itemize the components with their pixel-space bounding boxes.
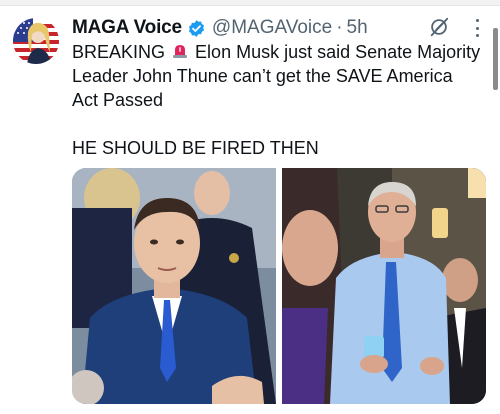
scrollbar[interactable]: [493, 28, 498, 90]
media-photo-1[interactable]: [72, 168, 276, 404]
top-divider: [0, 0, 500, 6]
police-light-icon: [171, 42, 189, 60]
post-media-grid: [72, 168, 486, 404]
post-text-line2: HE SHOULD BE FIRED THEN: [72, 138, 319, 158]
more-options-icon[interactable]: [472, 16, 482, 40]
author-avatar[interactable]: [13, 18, 59, 64]
photo-john-thune: [282, 168, 486, 404]
media-photo-2[interactable]: [282, 168, 486, 404]
author-handle[interactable]: @MAGAVoice: [212, 17, 332, 39]
grok-icon[interactable]: [428, 16, 450, 38]
photo-elon-musk: [72, 168, 276, 404]
author-display-name[interactable]: MAGA Voice: [72, 17, 182, 39]
breaking-label: BREAKING: [72, 42, 166, 62]
verified-check-icon: [187, 19, 206, 38]
avatar-image: [13, 18, 59, 64]
handle-time-separator: ·: [336, 17, 343, 38]
post-text: BREAKING Elon Musk just said Senate Majo…: [72, 40, 482, 160]
post-text-line1: BREAKING Elon Musk just said Senate Majo…: [72, 40, 482, 112]
post-header: MAGA Voice @MAGAVoice · 5h: [72, 16, 368, 40]
post-timestamp[interactable]: 5h: [347, 17, 368, 39]
